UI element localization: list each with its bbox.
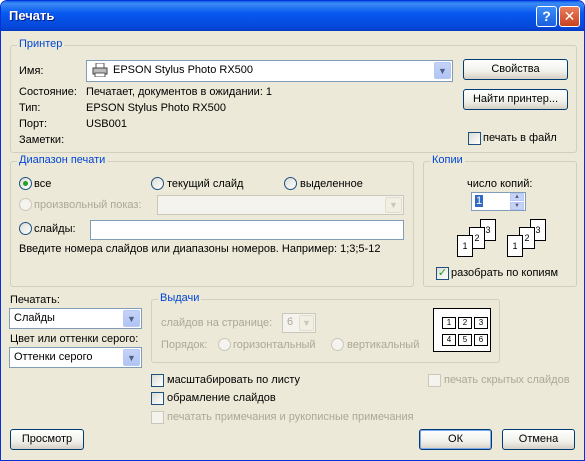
print-what-value: Слайды [14, 312, 55, 324]
handout-preview: 1 2 3 4 5 6 [433, 308, 491, 352]
cancel-button[interactable]: Отмена [502, 429, 575, 450]
copies-count-spinner[interactable]: 1 ▲ ▼ [471, 192, 526, 211]
spin-up-icon[interactable]: ▲ [510, 193, 524, 201]
port-value: USB001 [86, 118, 127, 130]
print-what-label: Печатать: [10, 294, 60, 306]
printer-icon [92, 63, 108, 77]
custom-show-select: ▼ [157, 195, 404, 215]
scale-to-fit-label[interactable]: масштабировать по листу [167, 374, 300, 386]
collate-page: 1 [457, 235, 473, 257]
handout-cell: 2 [458, 317, 472, 329]
print-to-file-label[interactable]: печать в файл [483, 132, 557, 144]
color-value: Оттенки серого [14, 351, 93, 363]
find-printer-button[interactable]: Найти принтер... [463, 89, 568, 110]
spin-down-icon[interactable]: ▼ [510, 202, 524, 210]
order-horizontal-label: горизонтальный [233, 339, 316, 351]
handout-cell: 5 [458, 334, 472, 346]
collate-page: 1 [507, 235, 523, 257]
copies-count-label: число копий: [467, 178, 533, 190]
handout-cell: 6 [474, 334, 488, 346]
printer-name-label: Имя: [19, 65, 44, 77]
help-button[interactable]: ? [536, 6, 557, 27]
range-selection-label[interactable]: выделенное [300, 178, 363, 190]
slides-input[interactable] [90, 220, 404, 240]
range-slides-radio[interactable] [19, 222, 32, 235]
collate-checkbox[interactable]: ✓ [436, 267, 449, 280]
slides-per-page-value: 6 [287, 316, 294, 328]
port-label: Порт: [19, 118, 47, 130]
collate-label[interactable]: разобрать по копиям [451, 267, 558, 279]
copies-legend: Копии [430, 154, 465, 166]
handouts-legend: Выдачи [158, 292, 202, 304]
range-current-slide-radio[interactable] [151, 177, 164, 190]
print-to-file-checkbox[interactable] [468, 132, 481, 145]
handout-cell: 1 [442, 317, 456, 329]
order-vertical-label: вертикальный [347, 339, 420, 351]
chevron-down-icon[interactable]: ▼ [123, 310, 140, 327]
slides-per-page-select: 6 ▼ [282, 313, 316, 333]
handout-cell: 4 [442, 334, 456, 346]
frame-slides-label[interactable]: обрамление слайдов [167, 392, 276, 404]
order-vertical-radio [331, 338, 344, 351]
ok-button[interactable]: ОК [419, 429, 492, 450]
range-selection-radio[interactable] [284, 177, 297, 190]
type-label: Тип: [19, 102, 41, 114]
print-dialog: Печать ? ✕ Принтер Имя: EPSON Stylus Pho… [0, 0, 585, 461]
range-slides-label[interactable]: слайды: [34, 223, 76, 235]
range-current-slide-label[interactable]: текущий слайд [167, 178, 243, 190]
print-what-select[interactable]: Слайды ▼ [9, 308, 142, 329]
close-button[interactable]: ✕ [559, 6, 580, 27]
status-value: Печатает, документов в ожидании: 1 [86, 86, 273, 98]
chevron-down-icon: ▼ [385, 197, 402, 213]
chevron-down-icon: ▼ [299, 315, 314, 331]
title-bar[interactable]: Печать ? ✕ [1, 1, 584, 31]
color-label: Цвет или оттенки серого: [10, 333, 139, 345]
print-hidden-checkbox [428, 374, 441, 387]
print-range-legend: Диапазон печати [17, 154, 108, 166]
slides-per-page-label: слайдов на странице: [161, 317, 273, 329]
order-label: Порядок: [161, 339, 208, 351]
range-custom-show-label: произвольный показ: [34, 199, 142, 211]
copies-count-value[interactable]: 1 [475, 195, 484, 207]
print-comments-checkbox [151, 411, 164, 424]
properties-button[interactable]: Свойства [463, 59, 568, 80]
color-select[interactable]: Оттенки серого ▼ [9, 347, 142, 368]
handout-cell: 3 [474, 317, 488, 329]
chevron-down-icon[interactable]: ▼ [123, 349, 140, 366]
printer-legend: Принтер [17, 38, 65, 50]
range-custom-show-radio [19, 198, 32, 211]
range-all-radio[interactable] [19, 177, 32, 190]
slides-hint: Введите номера слайдов или диапазоны ном… [19, 243, 381, 255]
window-title: Печать [9, 8, 55, 23]
chevron-down-icon[interactable]: ▼ [434, 62, 451, 79]
scale-to-fit-checkbox[interactable] [151, 374, 164, 387]
range-all-label[interactable]: все [34, 178, 51, 190]
frame-slides-checkbox[interactable] [151, 392, 164, 405]
preview-button[interactable]: Просмотр [10, 429, 84, 450]
printer-name-select[interactable]: EPSON Stylus Photo RX500 ▼ [86, 60, 453, 82]
type-value: EPSON Stylus Photo RX500 [86, 102, 227, 114]
notes-label: Заметки: [19, 134, 65, 146]
order-horizontal-radio [218, 338, 231, 351]
status-label: Состояние: [19, 86, 77, 98]
print-comments-label: печатать примечания и рукописные примеча… [167, 411, 414, 423]
print-hidden-label: печать скрытых слайдов [444, 374, 570, 386]
printer-name-value: EPSON Stylus Photo RX500 [113, 64, 254, 76]
